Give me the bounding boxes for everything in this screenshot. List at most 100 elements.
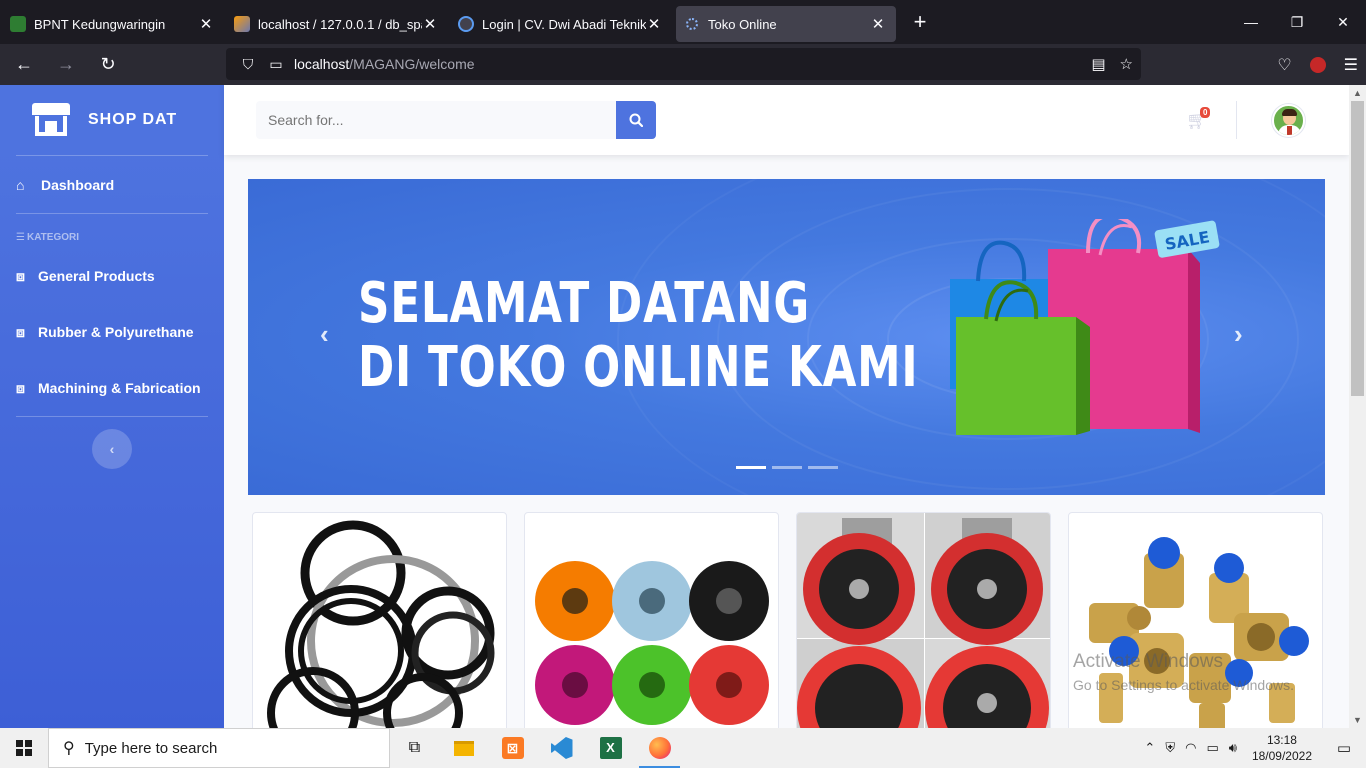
- task-view-icon[interactable]: ⧉: [390, 728, 439, 768]
- plus-icon[interactable]: +: [908, 9, 932, 35]
- account-avatar-icon[interactable]: [1309, 56, 1326, 73]
- sidebar-heading: ☰ KATEGORI: [0, 232, 224, 246]
- caster-wheels-image: [797, 513, 1050, 728]
- product-card[interactable]: [252, 512, 507, 728]
- product-card[interactable]: [1068, 512, 1323, 728]
- polyurethane-wheels-image: [535, 561, 769, 725]
- search-input[interactable]: [256, 101, 616, 139]
- firefox-icon[interactable]: [635, 728, 684, 768]
- cart-link[interactable]: 🛒︎ 0: [1186, 107, 1211, 131]
- carousel-title-line1: SELAMAT DATANG: [358, 271, 811, 336]
- browser-tab[interactable]: localhost / 127.0.0.1 / db_sparep ✕: [224, 6, 448, 42]
- watermark-subtitle: Go to Settings to activate Windows.: [1073, 677, 1294, 693]
- sidebar-divider: [16, 155, 208, 156]
- restore-icon[interactable]: ❐: [1274, 0, 1320, 44]
- sidebar-item-label: Machining & Fabrication: [38, 380, 201, 396]
- search-button[interactable]: [616, 101, 656, 139]
- forward-arrow-icon[interactable]: →: [48, 49, 84, 81]
- volume-icon[interactable]: 🔊︎: [1224, 740, 1242, 756]
- browser-tab[interactable]: BPNT Kedungwaringin ✕: [0, 6, 224, 42]
- back-arrow-icon[interactable]: ←: [6, 49, 42, 81]
- pocket-icon[interactable]: ♡: [1277, 55, 1291, 75]
- sidebar-brand[interactable]: SHOP DAT: [0, 85, 224, 155]
- carousel-prev-icon[interactable]: ‹: [320, 319, 329, 350]
- user-avatar[interactable]: [1272, 104, 1305, 137]
- site-favicon-icon: [10, 16, 26, 32]
- product-card[interactable]: [524, 512, 779, 728]
- tab-title: Login | CV. Dwi Abadi Teknik: [482, 16, 646, 32]
- close-tab-icon[interactable]: ✕: [422, 15, 438, 33]
- topbar: 🛒︎ 0: [224, 85, 1349, 155]
- close-tab-icon[interactable]: ✕: [870, 15, 886, 33]
- taskbar-search-box[interactable]: ⚲ Type here to search: [48, 728, 390, 768]
- clock-date: 18/09/2022: [1251, 749, 1312, 763]
- battery-icon[interactable]: ▭: [1201, 740, 1223, 756]
- windows-start-button[interactable]: [0, 728, 48, 768]
- carousel-title-line2: DI TOKO ONLINE KAMI: [358, 335, 919, 400]
- site-favicon-icon: [686, 18, 698, 30]
- tab-title: Toko Online: [708, 16, 777, 32]
- browser-tab[interactable]: Login | CV. Dwi Abadi Teknik ✕: [448, 6, 672, 42]
- page-scrollbar[interactable]: ▲ ▼: [1349, 85, 1366, 728]
- browser-tab-active[interactable]: Toko Online ✕: [676, 6, 896, 42]
- search-form: [256, 101, 656, 139]
- sidebar-item-label: Rubber & Polyurethane: [38, 324, 194, 340]
- notification-icon[interactable]: ▭: [1322, 739, 1366, 757]
- clock-time: 13:18: [1266, 733, 1297, 747]
- wifi-icon[interactable]: ◠: [1180, 740, 1201, 756]
- sidebar-heading-label: KATEGORI: [26, 232, 80, 243]
- sidebar-item-rubber-polyurethane[interactable]: ⧈ Rubber & Polyurethane: [0, 304, 224, 360]
- topbar-divider: [1236, 101, 1237, 139]
- page-icon: ▭: [269, 55, 283, 72]
- cart-count-badge: 0: [1200, 107, 1211, 118]
- minimize-icon[interactable]: —: [1228, 0, 1274, 44]
- window-controls: — ❐ ✕: [1228, 0, 1366, 44]
- carousel-indicator[interactable]: [808, 466, 838, 469]
- hero-carousel: SELAMAT DATANG DI TOKO ONLINE KAMI SALE …: [248, 179, 1325, 495]
- file-explorer-icon[interactable]: [439, 728, 488, 768]
- carousel-indicator[interactable]: [772, 466, 802, 469]
- watermark-title: Activate Windows: [1073, 651, 1223, 672]
- carousel-next-icon[interactable]: ›: [1234, 319, 1243, 350]
- vscode-icon[interactable]: [537, 728, 586, 768]
- windows-logo-icon: [16, 740, 32, 756]
- taskbar-clock[interactable]: 13:18 18/09/2022: [1242, 732, 1322, 764]
- product-card[interactable]: [796, 512, 1051, 728]
- chevron-up-icon[interactable]: ⌃: [1139, 740, 1160, 756]
- seal-rings-image: [267, 520, 495, 728]
- reader-view-icon[interactable]: ▤: [1091, 55, 1105, 73]
- chevron-left-icon: ‹: [109, 441, 115, 457]
- shield-icon[interactable]: ⛉: [234, 56, 262, 73]
- web-page: SHOP DAT ⌂ Dashboard ☰ KATEGORI ⧈ General…: [0, 85, 1349, 728]
- sidebar-item-general-products[interactable]: ⧈ General Products: [0, 248, 224, 304]
- reload-icon[interactable]: ↻: [90, 49, 126, 81]
- activate-windows-watermark: Activate Windows Go to Settings to activ…: [1073, 651, 1294, 693]
- security-alert-icon[interactable]: ⛨: [1160, 740, 1180, 756]
- carousel-indicator[interactable]: [736, 466, 766, 469]
- bookmark-star-icon[interactable]: ☆: [1120, 55, 1133, 73]
- scrollbar-thumb[interactable]: [1351, 101, 1364, 396]
- sidebar: SHOP DAT ⌂ Dashboard ☰ KATEGORI ⧈ General…: [0, 85, 224, 728]
- close-tab-icon[interactable]: ✕: [646, 15, 662, 33]
- sidebar-item-machining-fabrication[interactable]: ⧈ Machining & Fabrication: [0, 360, 224, 416]
- store-icon: [32, 103, 70, 137]
- brand-name: SHOP DAT: [88, 111, 178, 128]
- close-window-icon[interactable]: ✕: [1320, 0, 1366, 44]
- scroll-down-icon[interactable]: ▼: [1349, 712, 1366, 728]
- xampp-icon[interactable]: ⊠: [488, 728, 537, 768]
- sidebar-toggle-button[interactable]: ‹: [92, 429, 132, 469]
- close-tab-icon[interactable]: ✕: [198, 15, 214, 33]
- cubes-icon: ⧈: [16, 379, 25, 396]
- site-favicon-icon: [458, 16, 474, 32]
- menu-icon[interactable]: ☰: [1344, 55, 1358, 75]
- home-icon: ⌂: [16, 177, 25, 193]
- windows-taskbar: ⚲ Type here to search ⧉ ⊠ X ⌃ ⛨ ◠ ▭ 🔊︎ 1…: [0, 728, 1366, 768]
- scroll-up-icon[interactable]: ▲: [1349, 85, 1366, 101]
- excel-icon[interactable]: X: [586, 728, 635, 768]
- browser-nav-bar: ← → ↻ ⛉ ▭ localhost/MAGANG/welcome ▤ ☆ ♡…: [0, 44, 1366, 85]
- search-icon: [629, 113, 643, 127]
- url-text[interactable]: localhost/MAGANG/welcome: [294, 56, 475, 72]
- address-bar[interactable]: ⛉ ▭ localhost/MAGANG/welcome ▤ ☆: [226, 48, 1141, 80]
- search-icon: ⚲: [63, 740, 75, 757]
- sidebar-item-dashboard[interactable]: ⌂ Dashboard: [0, 157, 224, 213]
